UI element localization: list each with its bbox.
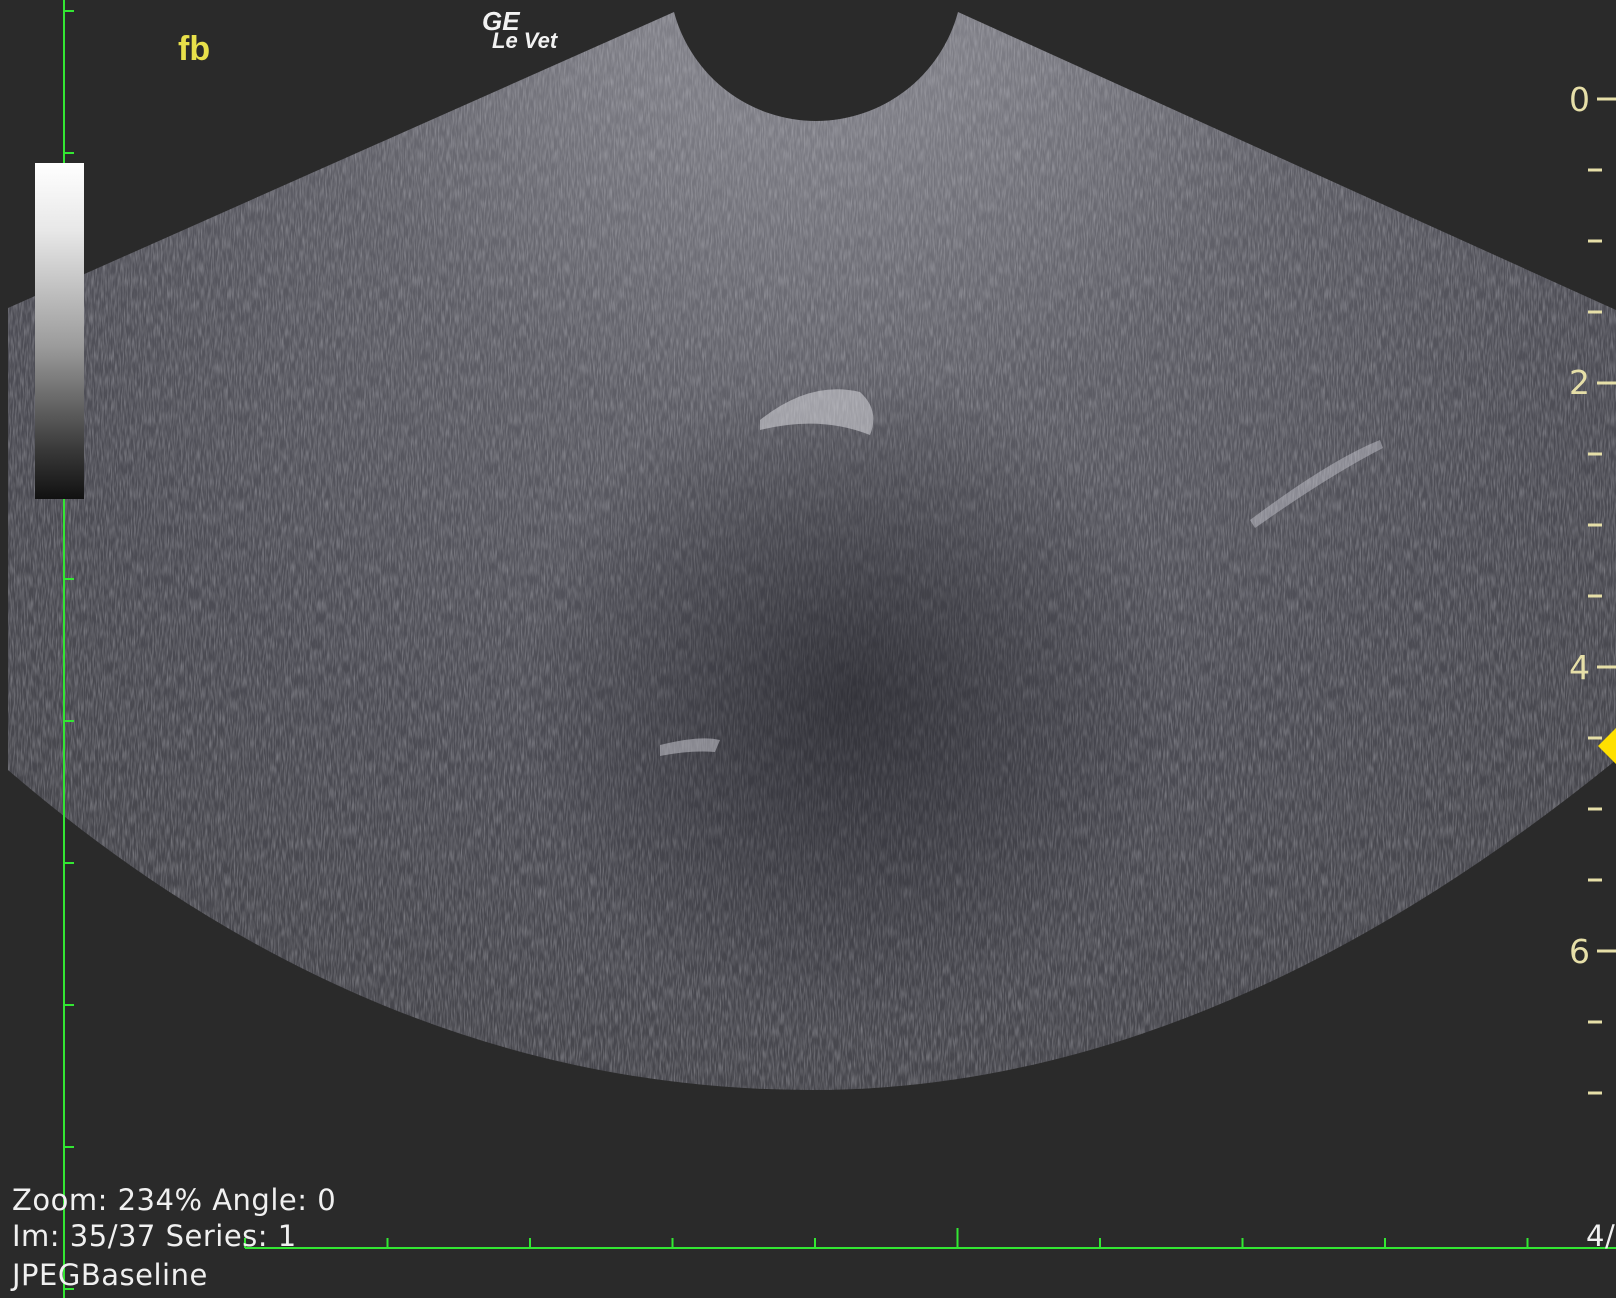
depth-label-4: 4 <box>1569 648 1590 687</box>
frame-counter: 4/ <box>1586 1219 1616 1253</box>
zoom-angle-readout: Zoom: 234% Angle: 0 <box>12 1183 337 1217</box>
compression-label: JPEGBaseline <box>12 1258 208 1292</box>
image-series-readout: Im: 35/37 Series: 1 <box>12 1219 297 1253</box>
logo-line-2: Le Vet <box>492 28 558 53</box>
ultrasound-viewer[interactable]: fb GE Le Vet 0 2 4 6 Zoom: 234% Angle: 0… <box>0 0 1616 1298</box>
hypoechoic-region <box>530 340 1170 1040</box>
orientation-label: fb <box>178 30 211 68</box>
depth-label-0: 0 <box>1569 80 1590 119</box>
depth-label-2: 2 <box>1569 363 1590 402</box>
greyscale-bar <box>35 163 84 499</box>
ultrasound-image[interactable] <box>0 0 1616 1298</box>
horizontal-ruler <box>244 1228 1616 1249</box>
depth-label-6: 6 <box>1569 932 1590 971</box>
ge-logo: GE Le Vet <box>482 6 592 56</box>
